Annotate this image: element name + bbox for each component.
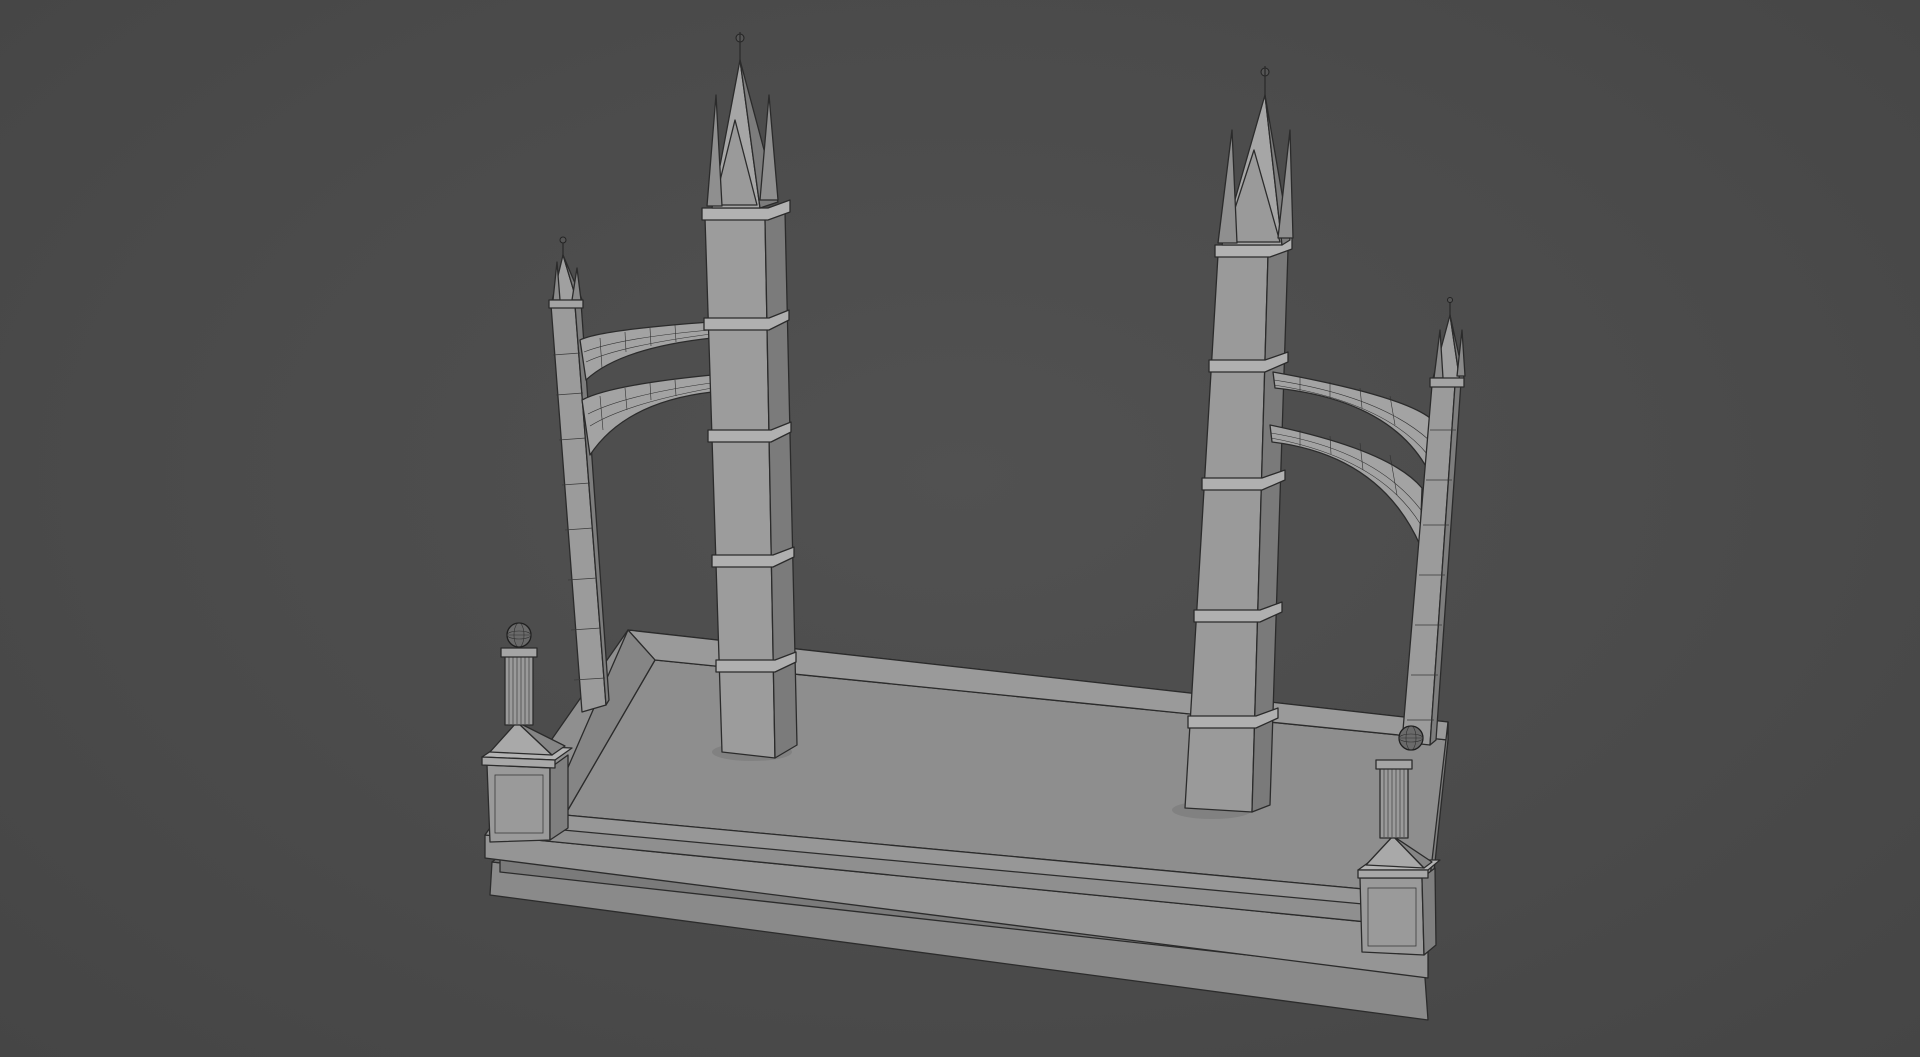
right-flying-buttress-arches[interactable] (1269, 371, 1431, 546)
3d-viewport[interactable] (0, 0, 1920, 1057)
scene-render[interactable] (0, 0, 1920, 1057)
left-buttress-pillar[interactable] (548, 236, 610, 713)
base-platform[interactable] (484, 629, 1449, 1021)
left-flying-buttress-arches[interactable] (579, 321, 713, 456)
